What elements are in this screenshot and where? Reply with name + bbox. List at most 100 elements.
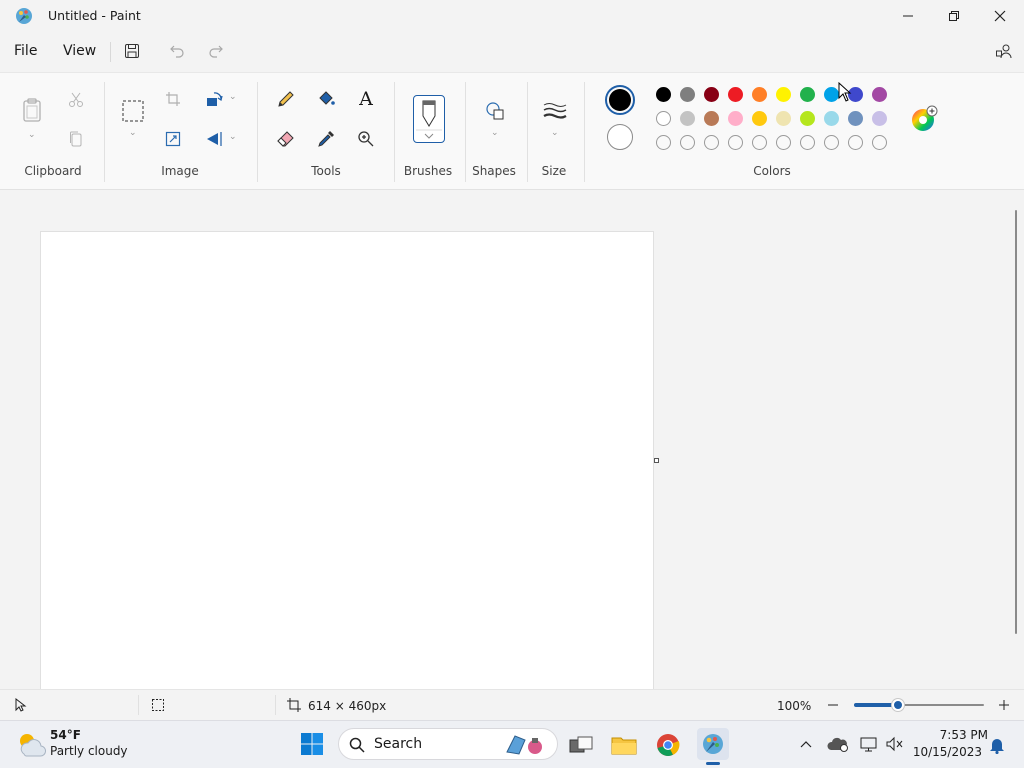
partly-cloudy-icon [20,734,46,757]
color-swatch[interactable] [656,111,671,126]
primary-color-button[interactable] [605,85,635,115]
weather-temperature: 54°F [50,728,81,742]
color-swatch[interactable] [800,87,815,102]
custom-color-slot[interactable] [776,135,791,150]
size-button[interactable] [542,98,568,124]
paint-taskbar-button[interactable] [697,728,729,760]
zoom-in-button[interactable] [996,697,1012,713]
color-swatch[interactable] [728,111,743,126]
color-swatch[interactable] [872,111,887,126]
clock-time[interactable]: 7:53 PM [912,728,988,742]
custom-color-slot[interactable] [800,135,815,150]
shapes-dropdown-chevron-icon[interactable]: ⌄ [491,128,499,138]
ribbon-separator [465,82,466,182]
group-label-brushes: Brushes [403,164,453,178]
magnifier-tool-button[interactable] [354,128,378,150]
task-view-button[interactable] [566,730,596,760]
flip-dropdown-chevron-icon[interactable]: ⌄ [229,132,237,142]
color-swatch[interactable] [752,111,767,126]
color-swatch[interactable] [800,111,815,126]
notifications-button[interactable] [986,734,1008,756]
cut-button[interactable] [66,90,86,110]
file-explorer-button[interactable] [609,730,639,760]
menu-file[interactable]: File [8,40,43,64]
edit-colors-button[interactable] [909,104,939,134]
custom-color-slot[interactable] [752,135,767,150]
window-title: Untitled - Paint [48,8,141,23]
pencil-icon [278,91,294,107]
custom-color-slot[interactable] [728,135,743,150]
color-swatch[interactable] [680,111,695,126]
save-button[interactable] [120,39,144,63]
undo-button[interactable] [165,39,189,63]
group-label-tools: Tools [311,164,341,178]
color-swatch[interactable] [704,87,719,102]
clock-date[interactable]: 10/15/2023 [912,745,982,759]
color-swatch[interactable] [752,87,767,102]
pencil-tool-button[interactable] [274,88,298,110]
ribbon-separator [527,82,528,182]
account-icon [996,44,1012,59]
fill-tool-button[interactable] [314,88,338,110]
color-swatch[interactable] [872,87,887,102]
color-swatch[interactable] [776,87,791,102]
paste-dropdown-chevron-icon[interactable]: ⌄ [28,130,36,140]
shapes-button[interactable] [482,98,508,124]
custom-color-slot[interactable] [824,135,839,150]
zoom-out-button[interactable] [825,697,841,713]
canvas-resize-handle[interactable] [654,458,659,463]
restore-button[interactable] [931,0,977,32]
custom-color-slot[interactable] [704,135,719,150]
resize-button[interactable] [162,129,184,149]
custom-color-slot[interactable] [656,135,671,150]
color-swatch[interactable] [680,87,695,102]
size-dropdown-chevron-icon[interactable]: ⌄ [551,128,559,138]
custom-color-slot[interactable] [848,135,863,150]
flip-button[interactable] [203,129,225,149]
eraser-tool-button[interactable] [274,128,298,150]
color-swatch[interactable] [728,87,743,102]
color-swatch[interactable] [824,111,839,126]
color-picker-tool-button[interactable] [314,128,338,150]
weather-widget[interactable]: 54°F Partly cloudy [14,728,134,762]
secondary-color-button[interactable] [607,124,633,150]
text-tool-button[interactable]: A [354,88,378,110]
minus-icon [828,704,838,706]
onedrive-button[interactable] [826,734,850,754]
menu-view[interactable]: View [57,40,102,64]
color-swatch[interactable] [776,111,791,126]
rotate-dropdown-chevron-icon[interactable]: ⌄ [229,92,237,102]
eraser-icon [277,131,294,147]
select-button[interactable] [120,98,146,124]
color-palette [656,87,888,151]
chrome-button[interactable] [653,730,683,760]
folder-icon [611,737,637,755]
mouse-cursor-icon [838,82,852,102]
redo-button[interactable] [204,39,228,63]
color-swatch[interactable] [656,87,671,102]
close-button[interactable] [977,0,1023,32]
color-swatch[interactable] [848,111,863,126]
paste-button[interactable] [20,96,44,124]
crop-button[interactable] [162,89,184,109]
copy-button[interactable] [66,129,86,149]
drawing-canvas[interactable] [40,231,654,689]
flip-icon [207,132,222,146]
account-button[interactable] [992,39,1016,63]
start-button[interactable] [298,730,326,758]
network-button[interactable] [858,734,880,754]
custom-color-slot[interactable] [872,135,887,150]
volume-button[interactable] [884,734,906,754]
taskbar-search-box[interactable]: Search [338,728,558,760]
minimize-button[interactable] [885,0,931,32]
zoom-slider[interactable] [854,699,984,711]
color-swatch[interactable] [704,111,719,126]
select-dropdown-chevron-icon[interactable]: ⌄ [129,128,137,138]
scrollbar-thumb[interactable] [1015,210,1017,634]
custom-color-slot[interactable] [680,135,695,150]
show-hidden-icons-button[interactable] [796,734,816,754]
rotate-button[interactable] [203,89,225,109]
zoom-level-label: 100% [777,699,812,713]
color-swatch[interactable] [824,87,839,102]
brushes-button[interactable] [413,95,445,143]
